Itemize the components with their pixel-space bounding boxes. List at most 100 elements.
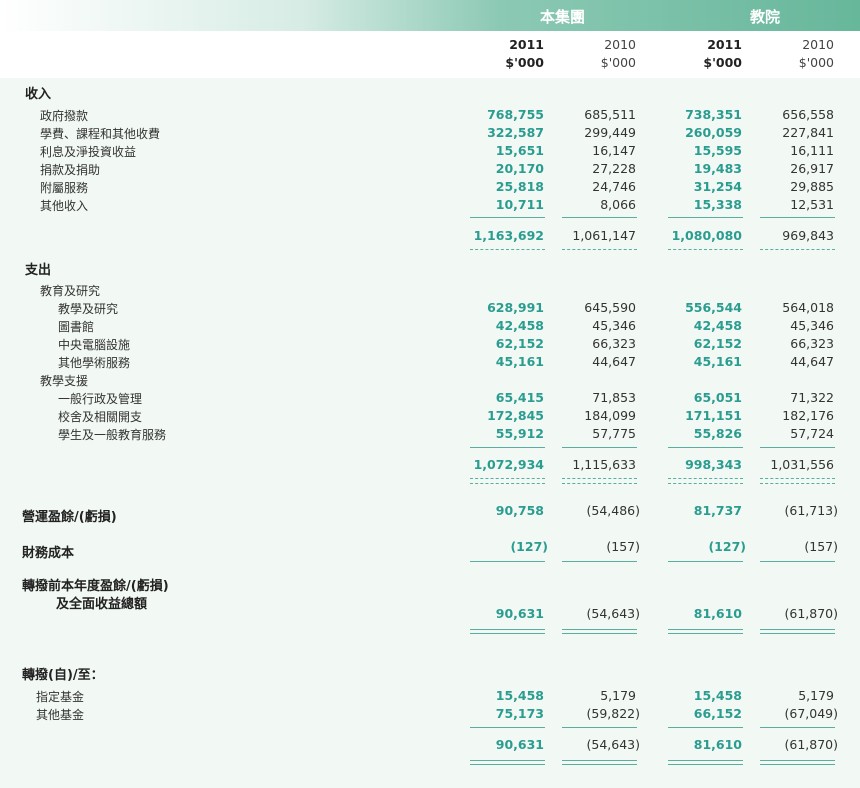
expense-value: 55,912: [495, 426, 544, 441]
income-value: 12,531: [790, 197, 834, 212]
institution-column-title: 教院: [750, 8, 781, 26]
transfer-total: 90,631: [495, 737, 544, 752]
before-transfer-value: (54,643): [586, 606, 641, 621]
income-label: 政府撥款: [40, 109, 89, 123]
inst-year-previous: 2010: [802, 37, 834, 52]
dashed-rule: [760, 478, 835, 479]
finance-heading: 財務成本: [22, 546, 75, 561]
income-value: 29,885: [790, 179, 834, 194]
expense-label: 其他學術服務: [58, 356, 131, 370]
inst-unit-current: $'000: [703, 55, 742, 70]
income-value: 15,651: [495, 143, 544, 158]
group-unit-previous: $'000: [600, 55, 636, 70]
expense-value: 564,018: [782, 300, 834, 315]
dashed-rule: [562, 483, 637, 484]
header-banner: 本集團 教院: [0, 0, 860, 31]
expense-total: 1,072,934: [473, 457, 544, 472]
expense-value: 172,845: [487, 408, 544, 423]
before-transfer-value: 81,610: [693, 606, 742, 621]
expense-value: 171,151: [685, 408, 742, 423]
expense-value: 182,176: [782, 408, 834, 423]
rule: [562, 727, 637, 728]
rule: [470, 727, 545, 728]
rule: [760, 561, 835, 562]
expense-value: 55,826: [693, 426, 742, 441]
double-rule: [668, 760, 743, 765]
expense-value: 42,458: [693, 318, 742, 333]
income-value: 656,558: [782, 107, 834, 122]
double-rule: [470, 760, 545, 765]
rule: [760, 727, 835, 728]
dashed-rule: [562, 478, 637, 479]
double-rule: [760, 629, 835, 634]
expense-value: 645,590: [584, 300, 636, 315]
dashed-rule: [470, 249, 545, 250]
operating-value: (61,713): [784, 503, 839, 518]
rule: [668, 217, 743, 218]
dashed-rule: [668, 483, 743, 484]
finance-value: (127): [708, 539, 746, 554]
expense-total: 998,343: [685, 457, 742, 472]
expense-value: 65,415: [495, 390, 544, 405]
income-value: 31,254: [693, 179, 742, 194]
expenditure-heading: 支出: [25, 263, 52, 278]
rule: [470, 561, 545, 562]
income-value: 27,228: [592, 161, 636, 176]
teaching-group-label: 教育及研究: [40, 284, 101, 298]
group-column-title: 本集團: [540, 8, 586, 26]
income-label: 利息及淨投資收益: [40, 145, 137, 159]
dashed-rule: [668, 478, 743, 479]
operating-value: 81,737: [693, 503, 742, 518]
expense-value: 57,775: [592, 426, 636, 441]
transfer-total: 81,610: [693, 737, 742, 752]
finance-value: (127): [510, 539, 548, 554]
transfer-value: (67,049): [784, 706, 839, 721]
income-value: 24,746: [592, 179, 636, 194]
double-rule: [562, 629, 637, 634]
double-rule: [668, 629, 743, 634]
transfer-value: 15,458: [693, 688, 742, 703]
income-value: 260,059: [685, 125, 742, 140]
expense-value: 62,152: [693, 336, 742, 351]
income-total: 969,843: [782, 228, 834, 243]
expense-value: 45,346: [592, 318, 636, 333]
income-value: 16,111: [790, 143, 834, 158]
dashed-rule: [760, 483, 835, 484]
dashed-rule: [470, 483, 545, 484]
dashed-rule: [562, 249, 637, 250]
income-total: 1,080,080: [671, 228, 742, 243]
income-value: 26,917: [790, 161, 834, 176]
rule: [562, 217, 637, 218]
income-value: 19,483: [693, 161, 742, 176]
dashed-rule: [668, 249, 743, 250]
expense-value: 57,724: [790, 426, 834, 441]
expense-value: 71,322: [790, 390, 834, 405]
expense-label: 學生及一般教育服務: [58, 428, 167, 442]
income-value: 299,449: [584, 125, 636, 140]
income-value: 25,818: [495, 179, 544, 194]
transfer-label: 指定基金: [36, 690, 85, 704]
income-label: 其他收入: [40, 199, 89, 213]
rule: [668, 727, 743, 728]
expense-value: 66,323: [790, 336, 834, 351]
transfer-value: 15,458: [495, 688, 544, 703]
expense-value: 44,647: [592, 354, 636, 369]
before-transfer-heading: 轉撥前本年度盈餘/(虧損): [22, 579, 169, 594]
transfer-value: 66,152: [693, 706, 742, 721]
income-label: 學費、課程和其他收費: [40, 127, 161, 141]
expense-label: 教學及研究: [58, 302, 119, 316]
expense-value: 556,544: [685, 300, 742, 315]
dashed-rule: [760, 249, 835, 250]
transfer-value: 5,179: [600, 688, 636, 703]
inst-year-current: 2011: [707, 37, 742, 52]
income-label: 附屬服務: [40, 181, 89, 195]
income-value: 768,755: [487, 107, 544, 122]
expense-value: 44,647: [790, 354, 834, 369]
transfer-total: (61,870): [784, 737, 839, 752]
expense-value: 184,099: [584, 408, 636, 423]
income-value: 15,338: [693, 197, 742, 212]
income-value: 10,711: [495, 197, 544, 212]
rule: [562, 561, 637, 562]
double-rule: [470, 629, 545, 634]
expense-value: 628,991: [487, 300, 544, 315]
